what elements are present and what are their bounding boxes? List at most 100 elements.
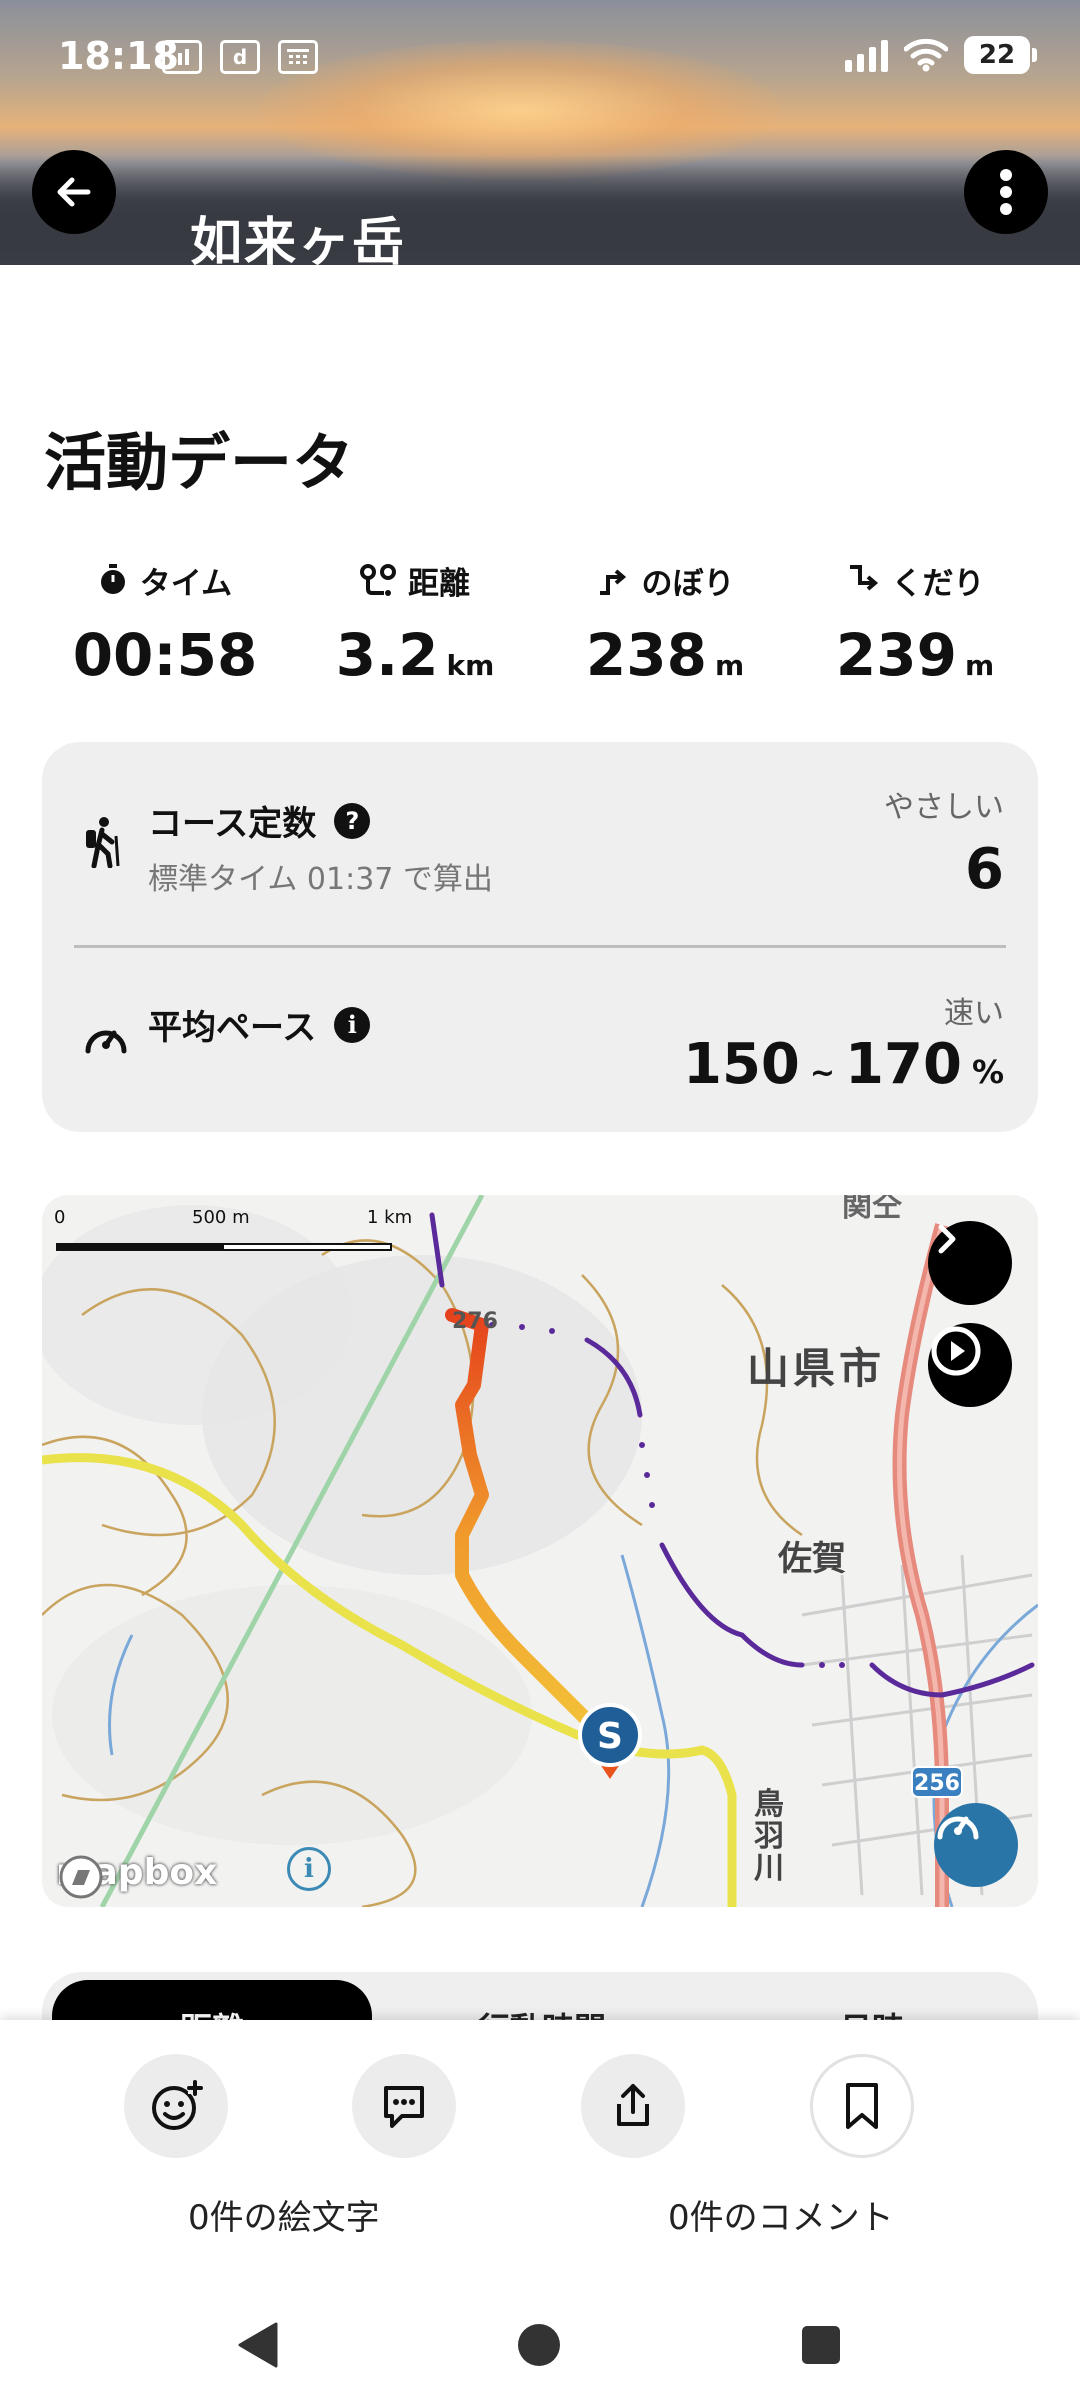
- back-button[interactable]: [32, 150, 116, 234]
- stat-descent-unit: m: [964, 649, 995, 682]
- stat-descent-number: 239: [835, 621, 957, 689]
- stats-row: タイム 00:58 距離 3.2 km のぼり 238 m くだり 239 m: [0, 555, 1080, 705]
- comment-icon: [384, 2086, 424, 2128]
- page-title: 如来ヶ岳: [190, 213, 407, 265]
- activity-data-title: 活動データ: [44, 426, 355, 499]
- stat-distance-number: 3.2: [335, 621, 439, 689]
- bottom-action-bar: 0件の絵文字 0件のコメント: [0, 2020, 1080, 2400]
- stat-distance-label: 距離: [290, 555, 540, 605]
- stat-distance-value: 3.2 km: [290, 621, 540, 689]
- pace-sep: ~: [809, 1056, 836, 1091]
- pace-rating: 速い: [944, 996, 1004, 1031]
- start-marker-text: S: [597, 1716, 623, 1757]
- stat-ascent: のぼり 238 m: [540, 555, 790, 690]
- stat-descent-text: くだり: [891, 565, 985, 602]
- descent-icon: [849, 565, 878, 591]
- status-left-icons: d: [162, 40, 318, 74]
- nav-home-icon[interactable]: [516, 2320, 562, 2370]
- status-right-icons: 22: [845, 36, 1037, 74]
- stat-descent-label: くだり: [790, 555, 1040, 605]
- arrow-left-icon: [57, 177, 91, 207]
- route-map[interactable]: S 256 0 500 m 1 km 関仝 276 山県市 佐賀 鳥 羽 川 m…: [42, 1195, 1038, 1907]
- stat-time-value: 00:58: [40, 621, 290, 689]
- calendar-icon: [278, 40, 318, 74]
- stat-time: タイム 00:58: [40, 555, 290, 689]
- help-icon[interactable]: ?: [334, 802, 371, 839]
- more-vertical-icon: [1000, 169, 1012, 215]
- emoji-add-icon: [152, 2080, 203, 2130]
- scale-500m: 500 m: [192, 1207, 250, 1228]
- more-options-button[interactable]: [964, 150, 1048, 234]
- map-label-top: 関仝: [842, 1195, 902, 1224]
- stat-ascent-label: のぼり: [540, 555, 790, 605]
- share-icon: [617, 2084, 649, 2126]
- course-card: コース定数 ? 標準タイム 01:37 で算出 やさしい 6 平均ペース i 速…: [42, 742, 1038, 1132]
- map-label-river-3: 川: [754, 1851, 784, 1886]
- comment-button[interactable]: [352, 2054, 456, 2158]
- route-icon: [360, 564, 396, 596]
- map-next-button[interactable]: [928, 1221, 1012, 1305]
- course-constant-value: 6: [965, 837, 1004, 902]
- bookmark-button[interactable]: [810, 2054, 914, 2158]
- stat-time-text: タイム: [139, 565, 233, 602]
- stat-ascent-number: 238: [585, 621, 707, 689]
- d-icon: d: [220, 40, 260, 74]
- map-speed-button[interactable]: [934, 1803, 1018, 1887]
- nav-recents-icon[interactable]: [800, 2320, 842, 2370]
- scale-1km: 1 km: [367, 1207, 413, 1228]
- stat-time-number: 00:58: [72, 621, 258, 689]
- signal-icon: [845, 38, 888, 72]
- map-info-button[interactable]: i: [287, 1847, 331, 1891]
- emoji-count[interactable]: 0件の絵文字: [188, 2190, 380, 2239]
- route-shield-text: 256: [914, 1771, 960, 1796]
- mapbox-logo[interactable]: mapbox: [56, 1852, 217, 1899]
- difficulty-label: やさしい: [884, 790, 1004, 825]
- standard-time-note: 標準タイム 01:37 で算出: [148, 862, 493, 897]
- stat-ascent-value: 238 m: [540, 621, 790, 689]
- map-label-saga: 佐賀: [778, 1539, 846, 1579]
- course-constant-label: コース定数: [148, 804, 317, 844]
- course-constant-title: コース定数 ?: [148, 796, 371, 845]
- info-icon[interactable]: i: [334, 1006, 371, 1043]
- pace-min: 150: [682, 1032, 800, 1097]
- pace-range: 150 ~ 170 %: [683, 1032, 1004, 1097]
- scale-zero: 0: [54, 1207, 66, 1228]
- status-time: 18:18: [58, 34, 179, 78]
- battery-icon: 22: [964, 36, 1037, 74]
- chevron-right-icon: [938, 1224, 956, 1254]
- map-canvas: S 256: [42, 1195, 1038, 1907]
- stat-descent-value: 239 m: [790, 621, 1040, 689]
- stat-distance-text: 距離: [408, 565, 470, 602]
- nav-back-icon[interactable]: [236, 2320, 280, 2370]
- status-bar: 18:18 d 22: [0, 0, 1080, 110]
- card-divider: [74, 945, 1006, 948]
- gallery-icon: [162, 40, 202, 74]
- mountain-ridge: [0, 155, 1080, 265]
- pace-unit: %: [971, 1053, 1004, 1091]
- comment-count[interactable]: 0件のコメント: [668, 2190, 894, 2239]
- speedometer-icon: [937, 1816, 979, 1840]
- stat-distance-unit: km: [446, 649, 495, 682]
- stat-ascent-text: のぼり: [641, 565, 735, 602]
- stat-distance: 距離 3.2 km: [290, 555, 540, 689]
- stopwatch-icon: [100, 564, 125, 594]
- mapbox-mark-icon: [59, 1855, 103, 1899]
- bookmark-icon: [846, 2083, 878, 2129]
- play-circle-icon: [931, 1326, 981, 1376]
- stat-time-label: タイム: [40, 555, 290, 605]
- stat-ascent-unit: m: [714, 649, 745, 682]
- map-label-peak: 276: [452, 1309, 498, 1334]
- speedometer-icon: [85, 1030, 127, 1054]
- average-pace-title: 平均ペース i: [148, 1000, 371, 1049]
- share-button[interactable]: [581, 2054, 685, 2158]
- ascent-icon: [599, 569, 626, 595]
- stat-descent: くだり 239 m: [790, 555, 1040, 689]
- map-play-button[interactable]: [928, 1323, 1012, 1407]
- wifi-icon: [904, 38, 948, 72]
- pace-max: 170: [845, 1032, 962, 1097]
- map-label-city: 山県市: [747, 1344, 886, 1393]
- emoji-reaction-button[interactable]: [124, 2054, 228, 2158]
- header-hero: 18:18 d 22 如来ヶ岳: [0, 0, 1080, 265]
- hiker-icon: [86, 817, 120, 868]
- average-pace-label: 平均ペース: [148, 1008, 317, 1048]
